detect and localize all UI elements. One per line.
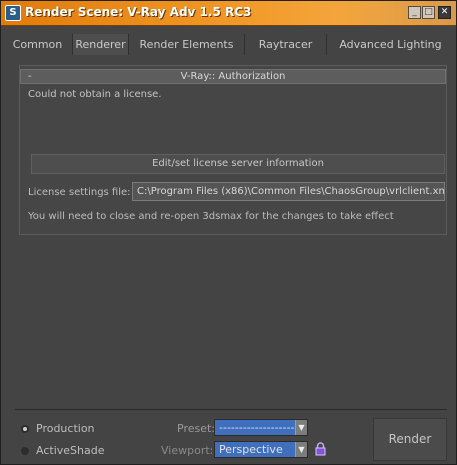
production-label: Production — [36, 422, 95, 435]
restart-note: You will need to close and re-open 3dsma… — [28, 211, 394, 222]
lock-icon[interactable] — [315, 442, 326, 456]
license-settings-field[interactable]: C:\Program Files (x86)\Common Files\Chao… — [132, 182, 445, 201]
rollout-header[interactable]: - V-Ray:: Authorization — [20, 69, 446, 84]
render-scene-window: S Render Scene: V-Ray Adv 1.5 RC3 _ □ ✕ … — [0, 0, 457, 465]
activeshade-label: ActiveShade — [36, 444, 105, 457]
tab-renderer[interactable]: Renderer — [73, 34, 129, 55]
viewport-label: Viewport: — [161, 444, 214, 457]
render-button[interactable]: Render — [373, 418, 447, 461]
tab-raytracer[interactable]: Raytracer — [245, 34, 327, 55]
production-option[interactable]: Production — [21, 422, 95, 435]
title-bar[interactable]: S Render Scene: V-Ray Adv 1.5 RC3 _ □ ✕ — [1, 1, 456, 26]
rollout-title: V-Ray:: Authorization — [180, 71, 286, 82]
activeshade-option[interactable]: ActiveShade — [21, 444, 104, 457]
edit-license-server-button[interactable]: Edit/set license server information — [31, 154, 445, 174]
tab-common[interactable]: Common — [3, 34, 73, 55]
tab-advanced-lighting[interactable]: Advanced Lighting — [327, 34, 454, 55]
license-settings-label: License settings file: — [28, 187, 131, 198]
close-button[interactable]: ✕ — [438, 6, 451, 19]
window-title: Render Scene: V-Ray Adv 1.5 RC3 — [25, 5, 252, 19]
preset-label: Preset: — [177, 422, 216, 435]
chevron-down-icon[interactable]: ▼ — [295, 442, 307, 457]
minimize-button[interactable]: _ — [408, 6, 421, 19]
activeshade-radio[interactable] — [21, 446, 29, 455]
tab-bar: Common Renderer Render Elements Raytrace… — [3, 34, 454, 55]
maximize-button[interactable]: □ — [422, 6, 435, 19]
preset-dropdown[interactable]: -------------------------- ▼ — [214, 419, 308, 449]
viewport-dropdown[interactable]: Perspective ▼ — [214, 441, 308, 458]
license-status-text: Could not obtain a license. — [28, 89, 162, 100]
production-radio[interactable] — [21, 424, 29, 433]
app-icon: S — [5, 5, 21, 21]
tab-render-elements[interactable]: Render Elements — [129, 34, 245, 55]
viewport-value: Perspective — [219, 443, 283, 456]
divider — [15, 409, 447, 410]
chevron-down-icon[interactable]: ▼ — [295, 420, 307, 435]
